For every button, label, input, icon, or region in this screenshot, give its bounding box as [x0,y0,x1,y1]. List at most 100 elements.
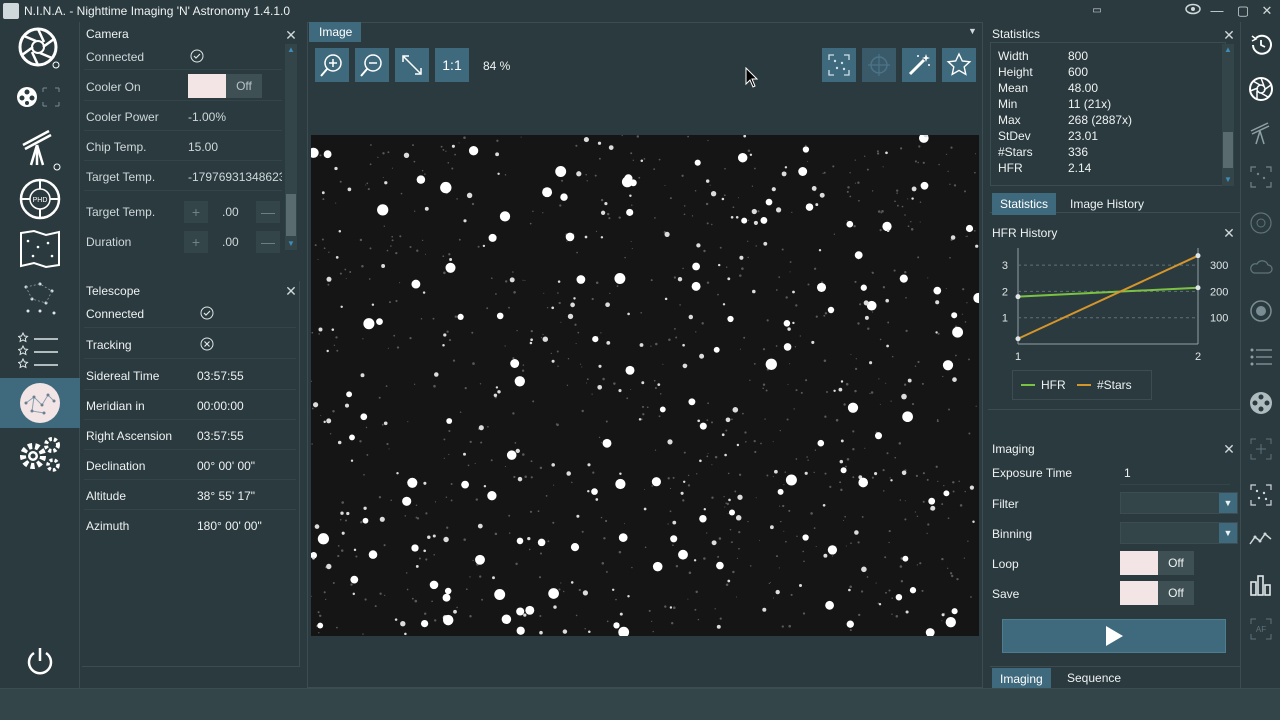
nav-camera-button[interactable] [0,22,80,72]
fit-to-screen-button[interactable] [395,48,429,82]
star-button[interactable] [942,48,976,82]
azimuth-value: 180° 00' 00" [197,519,262,533]
crosshair-icon [868,54,890,76]
tab-image[interactable]: Image [309,22,361,42]
restore-layout-icon[interactable]: ▭ [1086,2,1108,20]
nav-framing-button[interactable] [0,274,80,324]
nav-guider-button[interactable]: PHD [0,174,80,224]
binning-select[interactable]: ▼ [1120,522,1238,544]
detect-stars-button[interactable] [822,48,856,82]
binning-label: Binning [992,527,1033,541]
tab-sequence[interactable]: Sequence [1059,667,1129,689]
right-dome-button[interactable] [1242,292,1280,330]
exposure-time-input[interactable]: 1 [1124,466,1131,480]
right-graph-button[interactable] [1242,520,1280,558]
start-capture-button[interactable] [1002,619,1226,653]
sequence-list-icon [1250,348,1272,366]
close-button[interactable]: ✕ [1256,2,1278,20]
right-stars-button[interactable] [1242,476,1280,514]
nav-filterwheel-button[interactable] [0,72,80,122]
scroll-thumb[interactable] [286,194,296,236]
tab-image-history[interactable]: Image History [1062,193,1152,215]
target-temp-input[interactable]: .00 [222,205,239,219]
zoom-out-button[interactable] [355,48,389,82]
right-telescope-button[interactable] [1242,114,1280,152]
loop-label: Loop [992,557,1019,571]
filter-label: Filter [992,497,1019,511]
sky-map-icon [20,229,60,269]
zoom-in-button[interactable] [315,48,349,82]
hfr-history-close-icon[interactable]: ✕ [1222,226,1236,240]
right-filter-button[interactable] [1242,384,1280,422]
nav-telescope-button[interactable] [0,122,80,174]
save-toggle[interactable]: Off [1120,581,1194,605]
camera-panel-close-icon[interactable]: ✕ [284,28,298,42]
autofocus-icon: AF [1250,618,1272,640]
right-sequence-button[interactable] [1242,338,1280,376]
duration-decrease-button[interactable]: — [256,231,280,253]
nav-options-button[interactable] [0,428,80,480]
chevron-down-icon[interactable]: ▼ [1219,493,1237,513]
tab-imaging[interactable]: Imaging [992,668,1051,690]
imaging-close-icon[interactable]: ✕ [1222,442,1236,456]
check-circle-icon [190,49,204,66]
tab-statistics[interactable]: Statistics [992,193,1057,215]
stat-value: 48.00 [1068,81,1099,95]
right-tick-label: 100 [1210,313,1228,325]
expand-diagonal-icon [402,55,422,75]
scroll-up-icon[interactable]: ▲ [1222,44,1234,56]
nav-sequence-button[interactable] [0,324,80,376]
camera-connected-label: Connected [86,50,145,64]
minimize-button[interactable]: — [1206,2,1228,20]
right-crosshair-button[interactable] [1242,430,1280,468]
telescope-connected-label: Connected [86,307,145,321]
cooler-power-label: Cooler Power [86,110,159,124]
chevron-down-icon[interactable]: ▼ [1219,523,1237,543]
scroll-thumb[interactable] [1223,132,1233,168]
right-tick-label: 200 [1210,286,1228,298]
panel-menu-icon[interactable]: ▼ [968,26,977,36]
duration-label: Duration [86,235,132,249]
power-button[interactable] [0,636,80,686]
duration-increase-button[interactable]: + [184,231,208,253]
crosshair-button[interactable] [862,48,896,82]
stat-value: 268 (2887x) [1068,113,1133,127]
scroll-down-icon[interactable]: ▼ [285,238,297,250]
loop-toggle-state: Off [1158,551,1194,575]
captured-image[interactable] [311,135,979,636]
declination-value: 00° 00' 00" [197,459,256,473]
hfr-history-panel: HFR History ✕ 3 2 1 300 200 100 1 2 HFR #Stars [988,222,1240,410]
save-toggle-switch[interactable] [1120,581,1158,605]
right-weather-button[interactable] [1242,248,1280,286]
cooler-toggle-switch[interactable] [188,74,226,98]
right-histogram-button[interactable] [1242,566,1280,604]
maximize-button[interactable]: ▢ [1232,2,1254,20]
statistics-close-icon[interactable]: ✕ [1222,28,1236,42]
right-guider-button[interactable] [1242,204,1280,242]
duration-input[interactable]: .00 [222,235,239,249]
target-temp-decrease-button[interactable]: — [256,201,280,223]
auto-stretch-button[interactable] [902,48,936,82]
target-temp-increase-button[interactable]: + [184,201,208,223]
cooler-toggle[interactable]: Off [188,74,262,98]
statistics-scrollbar[interactable]: ▲ ▼ [1222,44,1234,186]
nav-imaging-button[interactable] [0,378,80,428]
nav-skyatlas-button[interactable] [0,224,80,274]
camera-aperture-icon [18,27,60,69]
filter-wheel-icon [17,87,60,107]
right-camera-button[interactable] [1242,70,1280,108]
eye-icon[interactable] [1182,2,1204,20]
scroll-down-icon[interactable]: ▼ [1222,174,1234,186]
loop-toggle-switch[interactable] [1120,551,1158,575]
right-autofocus-button[interactable]: AF [1242,610,1280,648]
right-focus-button[interactable] [1242,158,1280,196]
telescope-panel-close-icon[interactable]: ✕ [284,284,298,298]
cooler-on-label: Cooler On [86,80,141,94]
camera-panel-scrollbar[interactable]: ▲ ▼ [285,44,297,250]
history-button[interactable] [1242,26,1280,64]
cloud-icon [1250,260,1273,274]
filter-select[interactable]: ▼ [1120,492,1238,514]
scroll-up-icon[interactable]: ▲ [285,44,297,56]
one-to-one-button[interactable]: 1:1 [435,48,469,82]
loop-toggle[interactable]: Off [1120,551,1194,575]
